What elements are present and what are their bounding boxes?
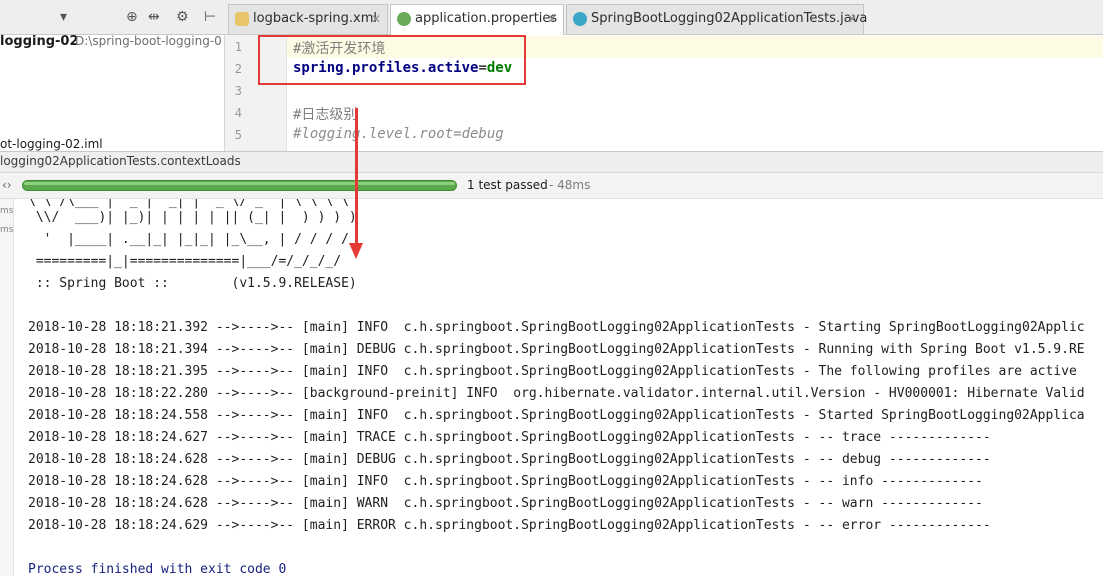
- console-output[interactable]: \ \ /\___ | '_ | '_| | '_ \/ _` | \ \ \ …: [14, 199, 1103, 576]
- test-duration: - 48ms: [549, 178, 591, 192]
- annotation-highlight-box: [258, 35, 526, 85]
- banner-line: ' |____| .__|_| |_|_| |_\__, | / / / /: [28, 232, 349, 247]
- test-time-label: ms: [0, 225, 14, 235]
- log-line: 2018-10-28 18:18:21.392 -->---->-- [main…: [28, 320, 1085, 335]
- log-line: 2018-10-28 18:18:21.395 -->---->-- [main…: [28, 364, 1077, 379]
- line-number: 1: [234, 40, 242, 54]
- tab-label: SpringBootLogging02ApplicationTests.java: [591, 11, 868, 26]
- annotation-arrow: [355, 108, 358, 248]
- exit-message: Process finished with exit code 0: [28, 562, 287, 576]
- code-commented-property-line[interactable]: #logging.level.root=debug: [293, 126, 504, 142]
- project-path: D:\spring-boot-logging-0: [75, 34, 222, 48]
- code-comment-line[interactable]: #日志级别: [293, 104, 357, 124]
- log-line: 2018-10-28 18:18:24.629 -->---->-- [main…: [28, 518, 991, 533]
- properties-file-icon: [397, 12, 411, 26]
- chevron-down-icon[interactable]: ▾: [60, 9, 67, 25]
- close-icon[interactable]: ✕: [547, 5, 557, 33]
- line-number: 4: [234, 106, 242, 120]
- tab-label: logback-spring.xml: [253, 11, 377, 26]
- banner-line: =========|_|==============|___/=/_/_/_/: [28, 254, 342, 269]
- tab-springboot-tests-java[interactable]: SpringBootLogging02ApplicationTests.java…: [566, 4, 868, 34]
- test-time-label: ms: [0, 206, 14, 216]
- close-icon[interactable]: ✕: [847, 5, 857, 33]
- line-number: 5: [234, 128, 242, 142]
- project-name[interactable]: logging-02: [0, 34, 79, 49]
- line-number: 2: [234, 62, 242, 76]
- log-line: 2018-10-28 18:18:24.628 -->---->-- [main…: [28, 474, 983, 489]
- run-config-title[interactable]: logging02ApplicationTests.contextLoads: [0, 154, 241, 168]
- hide-panel-icon[interactable]: ⊢: [204, 9, 216, 25]
- xml-file-icon: [235, 12, 249, 26]
- tab-application-properties[interactable]: application.properties ✕: [390, 4, 564, 35]
- arrow-head-icon: [349, 243, 363, 259]
- line-number: 3: [234, 84, 242, 98]
- banner-line: \\/ ___)| |_)| | | | | || (_| | ) ) ) ): [28, 210, 357, 225]
- java-class-icon: [573, 12, 587, 26]
- test-status: 1 test passed: [467, 178, 548, 192]
- log-line: 2018-10-28 18:18:21.394 -->---->-- [main…: [28, 342, 1085, 357]
- test-tree-strip[interactable]: [0, 199, 14, 576]
- split-icon[interactable]: ⇹: [148, 9, 160, 25]
- log-line: 2018-10-28 18:18:24.627 -->---->-- [main…: [28, 430, 991, 445]
- test-progress-shine: [24, 182, 455, 185]
- gear-icon[interactable]: ⚙: [176, 9, 189, 25]
- iml-file-item[interactable]: ot-logging-02.iml: [0, 137, 103, 151]
- log-line: 2018-10-28 18:18:24.628 -->---->-- [main…: [28, 452, 991, 467]
- expand-icon[interactable]: ‹›: [2, 178, 12, 192]
- log-line: 2018-10-28 18:18:24.558 -->---->-- [main…: [28, 408, 1085, 423]
- target-icon[interactable]: ⊕: [126, 9, 138, 25]
- tab-logback-spring-xml[interactable]: logback-spring.xml ✕: [228, 4, 388, 34]
- banner-line: :: Spring Boot :: (v1.5.9.RELEASE): [28, 276, 357, 291]
- project-panel: [0, 35, 224, 151]
- tab-label: application.properties: [415, 11, 558, 26]
- banner-line: \ \ /\___ | '_ | '_| | '_ \/ _` | \ \ \ …: [28, 199, 349, 209]
- log-line: 2018-10-28 18:18:22.280 -->---->-- [back…: [28, 386, 1085, 401]
- close-icon[interactable]: ✕: [371, 5, 381, 33]
- log-line: 2018-10-28 18:18:24.628 -->---->-- [main…: [28, 496, 983, 511]
